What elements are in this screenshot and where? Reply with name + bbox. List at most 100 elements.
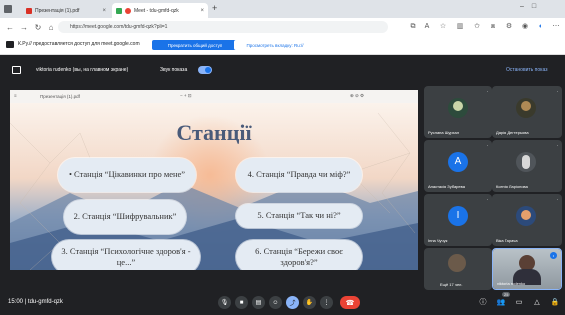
browser-tab-bar: Презентація (1).pdf × Meet - tdu-gmfd-qz…: [0, 0, 565, 18]
stop-presenting-button[interactable]: Остановить показ: [506, 67, 547, 73]
mic-button[interactable]: 🎙: [218, 296, 231, 309]
more-icon[interactable]: ⋯: [551, 22, 561, 32]
participant-name: Інна Чучук: [428, 238, 448, 243]
end-call-button[interactable]: ☎: [340, 296, 360, 309]
stop-sharing-button[interactable]: Прекратить общий доступ: [152, 40, 238, 50]
captions-button[interactable]: ▤: [252, 296, 265, 309]
split-screen-icon[interactable]: ▥: [455, 22, 465, 32]
sound-toggle[interactable]: [198, 66, 212, 74]
muted-mic-icon: ᐧ: [486, 143, 488, 149]
station-3: 3. Станція “Психологічне здоров'я - це..…: [52, 240, 200, 270]
pdf-icon: [26, 7, 32, 14]
meeting-time: 15:00: [8, 299, 24, 305]
sharing-message: К.Ру.// предоставляется доступ для meet.…: [18, 41, 140, 47]
participant-photo: [516, 152, 536, 172]
reload-icon[interactable]: ↻: [32, 21, 44, 33]
new-tab-button[interactable]: +: [212, 3, 217, 13]
others-tile[interactable]: Ещё 17 чел.: [424, 248, 492, 290]
activities-icon[interactable]: △: [532, 298, 542, 308]
people-icon[interactable]: 👥: [496, 298, 506, 308]
pdf-toolbar: ≡ Презентація (1).pdf − + ⊡ ⊕ ⊘ ⚙: [10, 90, 418, 104]
participant-name: Руслана Шурхал: [428, 130, 460, 135]
tab-pdf-label: Презентація (1).pdf: [35, 7, 80, 14]
camera-button[interactable]: ■: [235, 296, 248, 309]
window-controls: –□: [520, 3, 544, 10]
star-icon[interactable]: ☆: [438, 22, 448, 32]
tab-meet[interactable]: Meet - tdu-gmfd-qzk ×: [112, 3, 208, 18]
muted-mic-icon: ᐧ: [556, 197, 558, 203]
back-icon[interactable]: ←: [4, 21, 16, 33]
url-input[interactable]: https://meet.google.com/tdu-gmfd-qzk?pli…: [58, 21, 388, 33]
toggle-knob: [205, 67, 211, 73]
raise-hand-button[interactable]: ✋: [303, 296, 316, 309]
emoji-button[interactable]: ☺: [269, 296, 282, 309]
station-4: 4. Станція “Правда чи міф?”: [236, 158, 362, 192]
extensions-icon[interactable]: ⚙: [504, 22, 514, 32]
sharing-bar: К.Ру.// предоставляется доступ для meet.…: [0, 36, 565, 55]
profile-icon[interactable]: ◉: [520, 22, 530, 32]
participant-photo: [516, 206, 536, 226]
muted-mic-icon: ᐧ: [486, 197, 488, 203]
station-1: • Станція “Цікавинки про мене”: [58, 158, 196, 192]
present-screen-icon: [12, 66, 21, 74]
participant-photo: [448, 98, 468, 118]
participant-tile[interactable]: ᐧ Віка Гарача: [492, 194, 562, 246]
participant-avatar: A: [448, 152, 468, 172]
pdf-tools-icon[interactable]: ⊕ ⊘ ⚙: [350, 93, 364, 99]
window-menu-icon[interactable]: [4, 5, 12, 13]
host-controls-icon[interactable]: 🔒: [550, 298, 560, 308]
screen-share-icon[interactable]: ⧉: [408, 22, 418, 32]
participant-name: Анастасія Зубарева: [428, 184, 465, 189]
share-screen-icon: [6, 41, 14, 48]
participant-tile[interactable]: ᐧ Дарія Дегтерьова: [492, 86, 562, 138]
station-6: 6. Станція “Бережи своє здоров'я?”: [236, 240, 362, 270]
address-bar-row: ← → ↻ ⌂ https://meet.google.com/tdu-gmfd…: [0, 18, 565, 37]
shared-slide: ≡ Презентація (1).pdf − + ⊡ ⊕ ⊘ ⚙ Станці…: [10, 90, 418, 270]
participant-name: Дарія Дегтерьова: [496, 130, 529, 135]
tab-meet-label: Meet - tdu-gmfd-qzk: [134, 7, 179, 14]
more-options-button[interactable]: ⋮: [320, 296, 333, 309]
muted-mic-icon: ᐧ: [486, 89, 488, 95]
info-icon[interactable]: ⓘ: [478, 298, 488, 308]
pdf-toolbar-label: Презентація (1).pdf: [40, 94, 80, 99]
participants-badge: 25: [502, 292, 511, 297]
participant-tile[interactable]: ᐧ Ксенія Ларіонова: [492, 140, 562, 192]
menu-icon[interactable]: ≡: [14, 93, 17, 98]
person-icon: [521, 101, 531, 111]
station-5: 5. Станція “Так чи ні?”: [236, 204, 362, 228]
participant-tile[interactable]: ᐧ Руслана Шурхал: [424, 86, 492, 138]
participant-photo: [516, 98, 536, 118]
others-count: Ещё 17 чел.: [440, 282, 463, 287]
edge-icon[interactable]: ◐: [536, 22, 546, 32]
person-icon: [453, 101, 463, 111]
view-tab-button[interactable]: Просмотреть вкладку: Ru://: [234, 40, 316, 50]
minimize-icon[interactable]: –: [520, 3, 532, 10]
home-icon[interactable]: ⌂: [45, 21, 57, 33]
meet-icon: [116, 7, 122, 14]
others-avatar: [448, 254, 466, 272]
maximize-icon[interactable]: □: [532, 3, 544, 10]
tab-pdf[interactable]: Презентація (1).pdf ×: [22, 3, 110, 18]
close-icon[interactable]: ×: [102, 8, 106, 14]
url-text: https://meet.google.com/tdu-gmfd-qzk?pli…: [70, 24, 168, 30]
record-icon: [125, 7, 131, 14]
read-aloud-icon[interactable]: A: [422, 22, 432, 32]
participant-tile[interactable]: І ᐧ Інна Чучук: [424, 194, 492, 246]
participant-tile[interactable]: A ᐧ Анастасія Зубарева: [424, 140, 492, 192]
favorites-icon[interactable]: ✩: [472, 22, 482, 32]
close-icon[interactable]: ×: [200, 8, 204, 14]
person-icon: [521, 210, 531, 220]
station-2: 2. Станція “Шифрувальник”: [64, 200, 186, 234]
self-name: viktoria rudenko: [497, 281, 526, 286]
slide-title: Станції: [176, 120, 252, 145]
collections-icon[interactable]: ⧈: [488, 22, 498, 32]
zoom-controls-icon[interactable]: − + ⊡: [180, 93, 192, 99]
forward-icon[interactable]: →: [18, 21, 30, 33]
present-button[interactable]: ⤴: [286, 296, 299, 309]
chat-icon[interactable]: ▭: [514, 298, 524, 308]
participant-name: Віка Гарача: [496, 238, 518, 243]
presenter-label: viktoria rudenko (вы, на главном экране): [36, 67, 129, 73]
self-tile[interactable]: • viktoria rudenko: [492, 248, 562, 290]
muted-mic-icon: ᐧ: [556, 143, 558, 149]
meeting-info: 15:00 | tdu-gmfd-qzk: [8, 299, 63, 305]
